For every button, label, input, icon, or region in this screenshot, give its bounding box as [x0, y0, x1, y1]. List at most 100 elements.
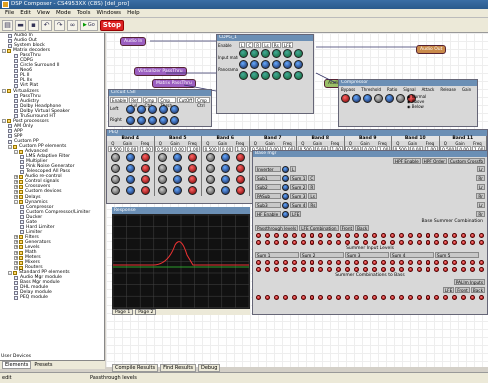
band-knob[interactable]	[110, 186, 120, 195]
band-knob[interactable]	[188, 186, 198, 195]
lamp-button[interactable]	[470, 240, 476, 245]
base-mgr-module[interactable]: Base mgr HPF Enable HPF Order Custom Crossf…	[252, 150, 488, 315]
circuit-knob[interactable]	[126, 105, 135, 114]
compressor-option[interactable]: ◉ Below	[407, 104, 426, 109]
lamp-button[interactable]	[452, 233, 458, 238]
band-knob[interactable]	[140, 153, 150, 162]
lamp-button[interactable]	[291, 295, 297, 300]
redo-icon[interactable]: ↷	[54, 19, 65, 31]
lamp-button[interactable]	[256, 267, 261, 272]
lamp-button[interactable]	[416, 295, 422, 300]
band-value[interactable]: 0.00	[172, 146, 186, 152]
lamp-button[interactable]	[479, 267, 484, 272]
expand-toggle-icon[interactable]: +	[14, 235, 18, 240]
expand-toggle-icon[interactable]: +	[14, 260, 18, 265]
lamp-button[interactable]	[336, 267, 342, 272]
lamp-button[interactable]	[318, 267, 324, 272]
cdpg-knob[interactable]	[239, 60, 248, 69]
band-value[interactable]: 0.500	[202, 146, 219, 152]
lamp-button[interactable]	[354, 240, 360, 245]
lamp-button[interactable]	[291, 233, 297, 238]
lamp-button[interactable]	[425, 260, 431, 265]
cdpg-knob[interactable]	[294, 60, 303, 69]
expand-toggle-icon[interactable]: +	[14, 250, 18, 255]
circuit-csii-module[interactable]: Circuit CSIIEnableRef LvlCmp CtrlCmp Thr…	[108, 89, 212, 127]
tab-presets[interactable]: Presets	[34, 362, 52, 368]
lamp-button[interactable]	[273, 260, 279, 265]
band-knob[interactable]	[158, 186, 168, 195]
lamp-button[interactable]	[291, 267, 297, 272]
menu-edit[interactable]: Edit	[17, 10, 34, 16]
lamp-button[interactable]	[300, 240, 306, 245]
graph-tab[interactable]: Page 2	[135, 309, 157, 315]
base-tab[interactable]: HPF Order	[421, 158, 447, 164]
lamp-button[interactable]	[309, 233, 315, 238]
expand-toggle-icon[interactable]: +	[14, 240, 18, 245]
base-row-knob[interactable]	[282, 202, 289, 209]
lamp-button[interactable]	[318, 295, 324, 300]
lamp-button[interactable]	[354, 233, 360, 238]
band-knob[interactable]	[110, 164, 120, 173]
expand-toggle-icon[interactable]: -	[2, 119, 6, 124]
band-knob[interactable]	[173, 186, 183, 195]
band-knob[interactable]	[158, 153, 168, 162]
lamp-button[interactable]	[425, 233, 431, 238]
cdpg-knob[interactable]	[250, 71, 259, 80]
band-knob[interactable]	[188, 164, 198, 173]
compressor-knob[interactable]	[363, 94, 372, 103]
cdpg-knob[interactable]	[272, 49, 281, 58]
band-knob[interactable]	[235, 175, 245, 184]
lamp-button[interactable]	[389, 295, 395, 300]
lamp-button[interactable]	[479, 295, 484, 300]
cdpg-knob[interactable]	[283, 71, 292, 80]
band-knob[interactable]	[220, 175, 230, 184]
lamp-button[interactable]	[416, 240, 422, 245]
band-knob[interactable]	[158, 164, 168, 173]
lamp-button[interactable]	[327, 295, 333, 300]
cdpg-knob[interactable]	[272, 71, 281, 80]
lamp-button[interactable]	[318, 260, 324, 265]
lamp-button[interactable]	[354, 295, 360, 300]
new-file-icon[interactable]: ▤	[2, 19, 13, 31]
lamp-button[interactable]	[371, 233, 377, 238]
lamp-button[interactable]	[264, 260, 270, 265]
lamp-button[interactable]	[300, 267, 306, 272]
cdpg-knob[interactable]	[250, 49, 259, 58]
menu-help[interactable]: Help	[124, 10, 143, 16]
compressor-module[interactable]: Compressor Bypass Threshold Ratio Signal Atta…	[338, 79, 478, 127]
menu-view[interactable]: View	[34, 10, 53, 16]
tab-compile-results[interactable]: Compile Results	[112, 364, 159, 372]
expand-toggle-icon[interactable]: +	[14, 189, 18, 194]
lamp-button[interactable]	[273, 295, 279, 300]
lamp-button[interactable]	[461, 260, 467, 265]
lamp-button[interactable]	[345, 295, 351, 300]
tree-item[interactable]: PEQ module	[0, 295, 104, 300]
link-icon[interactable]: ∞	[67, 19, 78, 31]
lamp-button[interactable]	[398, 240, 404, 245]
lamp-button[interactable]	[327, 233, 333, 238]
expand-toggle-icon[interactable]: -	[14, 149, 18, 154]
lamp-button[interactable]	[256, 240, 261, 245]
band-knob[interactable]	[158, 175, 168, 184]
lamp-button[interactable]	[416, 267, 422, 272]
lamp-button[interactable]	[354, 267, 360, 272]
lamp-button[interactable]	[273, 267, 279, 272]
lamp-button[interactable]	[327, 260, 333, 265]
lamp-button[interactable]	[264, 267, 270, 272]
cdpg-knob[interactable]	[283, 49, 292, 58]
expand-toggle-icon[interactable]: -	[8, 144, 12, 149]
band-knob[interactable]	[235, 186, 245, 195]
band-knob[interactable]	[125, 175, 135, 184]
base-row-knob[interactable]	[282, 211, 289, 218]
lamp-button[interactable]	[318, 240, 324, 245]
band-value[interactable]: 0.00	[124, 146, 139, 152]
lamp-button[interactable]	[336, 260, 342, 265]
stop-button[interactable]: Stop	[99, 19, 125, 31]
band-knob[interactable]	[173, 153, 183, 162]
lamp-button[interactable]	[300, 260, 306, 265]
lamp-button[interactable]	[273, 240, 279, 245]
lamp-button[interactable]	[407, 233, 413, 238]
circuit-knob[interactable]	[126, 116, 135, 125]
lamp-button[interactable]	[371, 267, 377, 272]
lamp-button[interactable]	[291, 240, 297, 245]
